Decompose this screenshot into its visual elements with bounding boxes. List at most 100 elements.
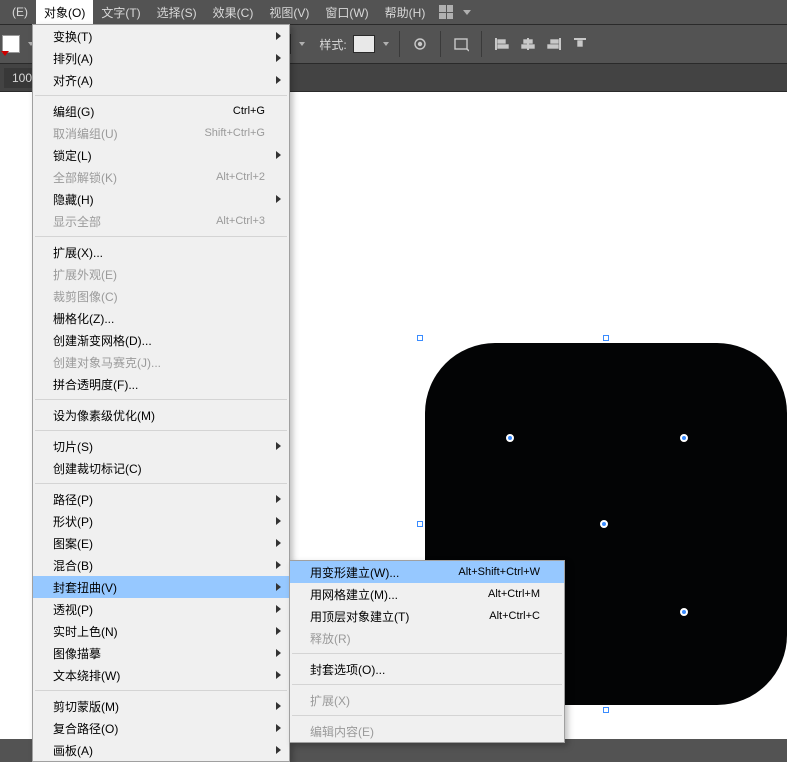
menu-separator xyxy=(35,399,287,400)
menu-separator xyxy=(292,684,562,685)
menu-item-label: 隐藏(H) xyxy=(53,191,94,208)
align-center-h-icon[interactable] xyxy=(518,34,538,54)
menu-window[interactable]: 窗口(W) xyxy=(317,0,376,25)
selection-handle[interactable] xyxy=(417,335,423,341)
menu-item: 释放(R) xyxy=(290,627,564,649)
menu-item-label: 编组(G) xyxy=(53,103,94,120)
object-menu-dropdown: 变换(T) 排列(A) 对齐(A) 编组(G)Ctrl+G取消编组(U)Shift+C… xyxy=(32,24,290,762)
menu-item-label: 对齐(A) xyxy=(53,72,93,89)
menu-item-label: 排列(A) xyxy=(53,50,93,67)
menu-item[interactable]: 文本绕排(W) xyxy=(33,664,289,686)
menu-item[interactable]: 实时上色(N) xyxy=(33,620,289,642)
menu-item[interactable]: 用变形建立(W)...Alt+Shift+Ctrl+W xyxy=(290,561,564,583)
menu-item-label: 栅格化(Z)... xyxy=(53,310,114,327)
menu-item[interactable]: 透视(P) xyxy=(33,598,289,620)
menu-item[interactable]: 锁定(L) xyxy=(33,144,289,166)
menu-shortcut: Alt+Ctrl+3 xyxy=(216,215,265,227)
menu-item[interactable]: 用网格建立(M)...Alt+Ctrl+M xyxy=(290,583,564,605)
menu-item[interactable]: 拼合透明度(F)... xyxy=(33,373,289,395)
menu-item[interactable]: 图像描摹 xyxy=(33,642,289,664)
anchor-point[interactable] xyxy=(600,520,608,528)
menu-item[interactable]: 创建裁切标记(C) xyxy=(33,457,289,479)
envelope-distort-submenu: 用变形建立(W)...Alt+Shift+Ctrl+W用网格建立(M)...Al… xyxy=(289,560,565,743)
menu-item[interactable]: 复合路径(O) xyxy=(33,717,289,739)
menu-item-label: 形状(P) xyxy=(53,513,93,530)
menu-separator xyxy=(35,236,287,237)
menu-item[interactable]: 排列(A) xyxy=(33,47,289,69)
menu-item: 裁剪图像(C) xyxy=(33,285,289,307)
menu-item-label: 封套扭曲(V) xyxy=(53,579,117,596)
menu-item[interactable]: 混合(B) xyxy=(33,554,289,576)
menu-effect[interactable]: 效果(C) xyxy=(205,0,262,25)
menu-item-label: 复合路径(O) xyxy=(53,720,118,737)
menu-edit[interactable]: (E) xyxy=(4,1,36,23)
menu-item[interactable]: 切片(S) xyxy=(33,435,289,457)
menu-item-label: 编辑内容(E) xyxy=(310,723,374,740)
submenu-arrow-icon xyxy=(276,539,281,547)
menu-item[interactable]: 扩展(X)... xyxy=(33,241,289,263)
menu-text[interactable]: 文字(T) xyxy=(93,0,148,25)
align-artboard-icon[interactable] xyxy=(451,34,471,54)
submenu-arrow-icon xyxy=(276,671,281,679)
submenu-arrow-icon xyxy=(276,746,281,754)
menu-item[interactable]: 形状(P) xyxy=(33,510,289,532)
target-icon[interactable] xyxy=(410,34,430,54)
style-swatch[interactable] xyxy=(353,35,375,53)
dropdown-icon[interactable] xyxy=(463,10,471,15)
chevron-down-icon[interactable] xyxy=(299,42,305,46)
menu-separator xyxy=(35,430,287,431)
menu-item-label: 拼合透明度(F)... xyxy=(53,376,138,393)
menu-item-label: 实时上色(N) xyxy=(53,623,118,640)
menu-item[interactable]: 图案(E) xyxy=(33,532,289,554)
menu-item[interactable]: 编组(G)Ctrl+G xyxy=(33,100,289,122)
menu-item[interactable]: 设为像素级优化(M) xyxy=(33,404,289,426)
menu-item[interactable]: 剪切蒙版(M) xyxy=(33,695,289,717)
menu-item-label: 切片(S) xyxy=(53,438,93,455)
menu-separator xyxy=(292,653,562,654)
menu-select[interactable]: 选择(S) xyxy=(149,0,205,25)
menu-item[interactable]: 封套选项(O)... xyxy=(290,658,564,680)
menu-item[interactable]: 画板(A) xyxy=(33,739,289,761)
menu-item: 取消编组(U)Shift+Ctrl+G xyxy=(33,122,289,144)
menu-item[interactable]: 栅格化(Z)... xyxy=(33,307,289,329)
menu-view[interactable]: 视图(V) xyxy=(261,0,317,25)
menu-object[interactable]: 对象(O) xyxy=(36,0,93,25)
menu-item: 扩展外观(E) xyxy=(33,263,289,285)
anchor-point[interactable] xyxy=(680,608,688,616)
menu-help[interactable]: 帮助(H) xyxy=(377,0,434,25)
menu-item-label: 创建裁切标记(C) xyxy=(53,460,142,477)
menu-separator xyxy=(35,690,287,691)
submenu-arrow-icon xyxy=(276,649,281,657)
submenu-arrow-icon xyxy=(276,605,281,613)
menu-item-label: 释放(R) xyxy=(310,630,351,647)
workspace-icon[interactable] xyxy=(439,5,453,19)
align-more-icon[interactable] xyxy=(570,34,590,54)
align-right-icon[interactable] xyxy=(544,34,564,54)
selection-handle[interactable] xyxy=(603,707,609,713)
selection-handle[interactable] xyxy=(417,521,423,527)
chevron-down-icon[interactable] xyxy=(383,42,389,46)
menu-item-label: 取消编组(U) xyxy=(53,125,118,142)
menu-item[interactable]: 路径(P) xyxy=(33,488,289,510)
fill-swatch[interactable] xyxy=(2,35,20,53)
style-label: 样式: xyxy=(319,36,346,53)
selection-handle[interactable] xyxy=(603,335,609,341)
submenu-arrow-icon xyxy=(276,724,281,732)
menu-item: 显示全部Alt+Ctrl+3 xyxy=(33,210,289,232)
menu-item-label: 画板(A) xyxy=(53,742,93,759)
menu-item-label: 用顶层对象建立(T) xyxy=(310,608,409,625)
align-left-icon[interactable] xyxy=(492,34,512,54)
menu-item[interactable]: 对齐(A) xyxy=(33,69,289,91)
menubar: (E) 对象(O) 文字(T) 选择(S) 效果(C) 视图(V) 窗口(W) … xyxy=(0,0,787,24)
anchor-point[interactable] xyxy=(506,434,514,442)
menu-item-label: 剪切蒙版(M) xyxy=(53,698,119,715)
menu-item[interactable]: 用顶层对象建立(T)Alt+Ctrl+C xyxy=(290,605,564,627)
anchor-point[interactable] xyxy=(680,434,688,442)
menu-item[interactable]: 封套扭曲(V) xyxy=(33,576,289,598)
submenu-arrow-icon xyxy=(276,151,281,159)
menu-separator xyxy=(292,715,562,716)
menu-item[interactable]: 创建渐变网格(D)... xyxy=(33,329,289,351)
menu-item-label: 透视(P) xyxy=(53,601,93,618)
menu-item[interactable]: 变换(T) xyxy=(33,25,289,47)
menu-item[interactable]: 隐藏(H) xyxy=(33,188,289,210)
